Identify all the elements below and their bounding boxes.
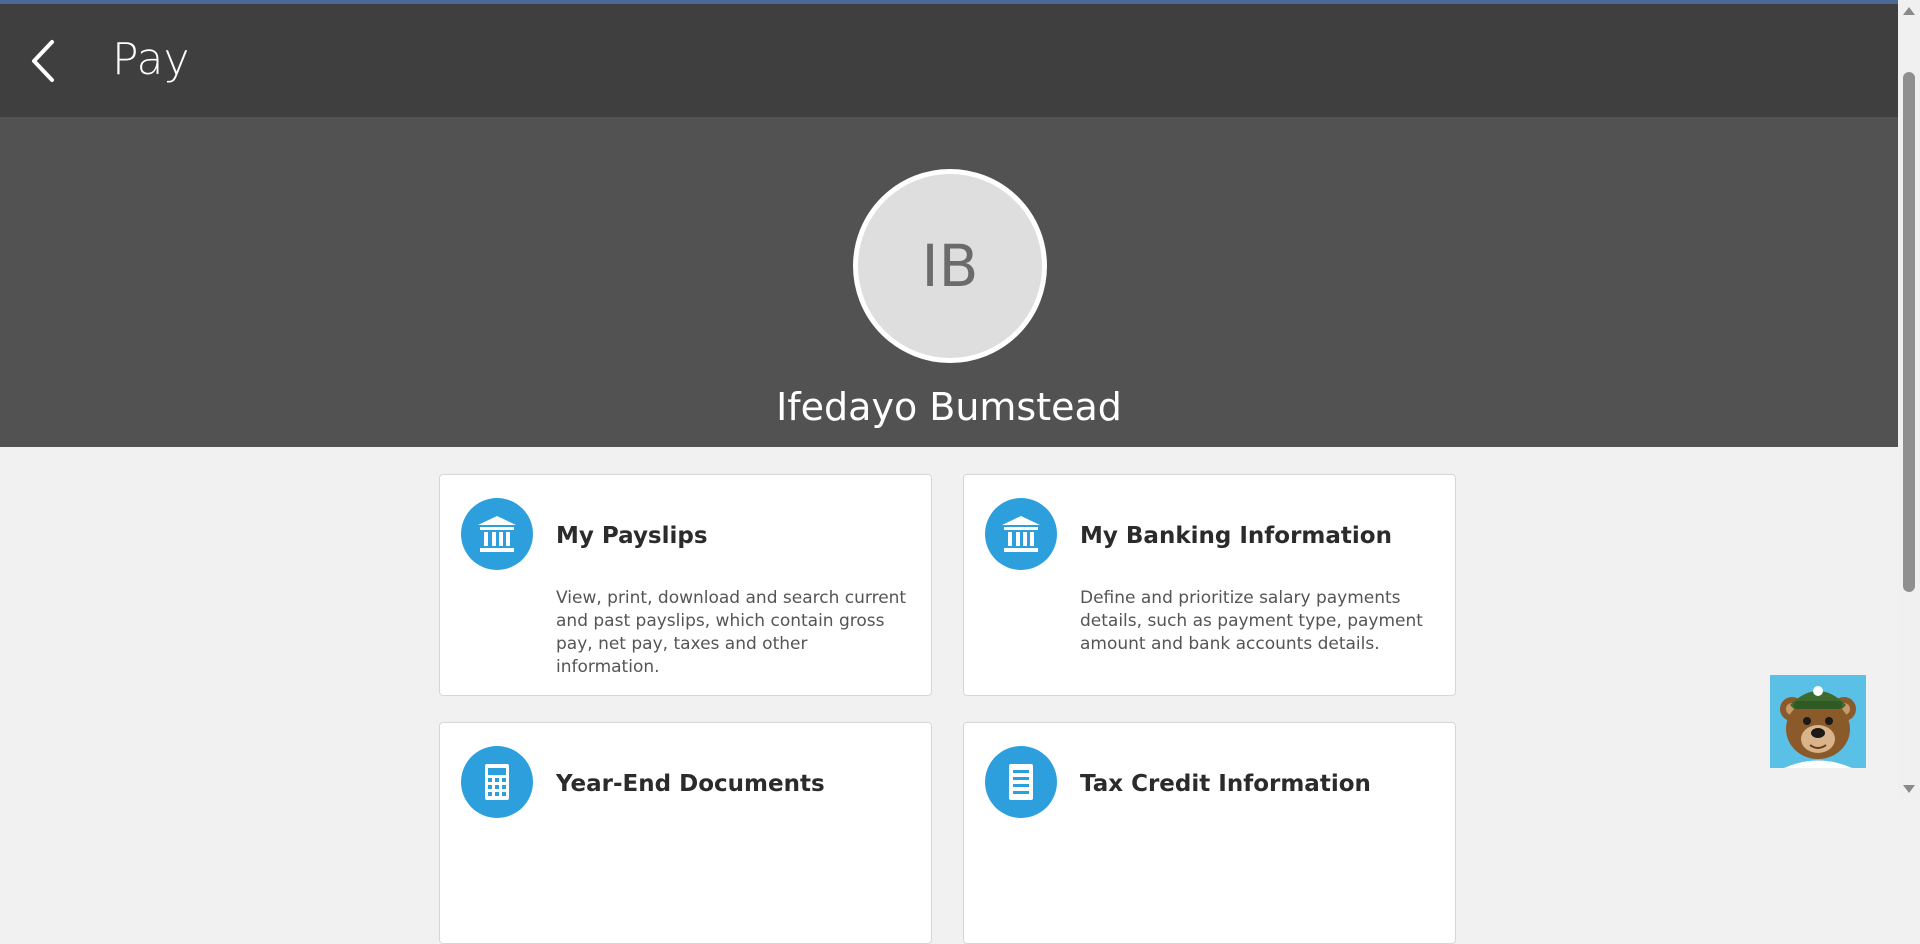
chat-assistant-bear-icon[interactable] xyxy=(1770,675,1866,768)
card-description: View, print, download and search current… xyxy=(556,588,907,677)
scroll-thumb[interactable] xyxy=(1903,72,1915,592)
page-header: Pay xyxy=(0,4,1898,117)
bank-icon xyxy=(985,498,1057,570)
card-title: My Payslips xyxy=(556,523,708,549)
calculator-icon xyxy=(461,746,533,818)
card-my-payslips[interactable]: My Payslips View, print, download and se… xyxy=(439,474,932,696)
card-year-end-documents[interactable]: Year-End Documents xyxy=(439,722,932,944)
card-tax-credit-information[interactable]: Tax Credit Information xyxy=(963,722,1456,944)
card-title: Year-End Documents xyxy=(556,771,825,797)
vertical-scrollbar[interactable] xyxy=(1898,0,1920,800)
user-name: Ifedayo Bumstead xyxy=(776,385,1122,429)
chevron-left-icon xyxy=(32,40,54,82)
avatar: IB xyxy=(853,169,1047,363)
scroll-up-arrow-icon[interactable] xyxy=(1903,7,1915,15)
card-title: Tax Credit Information xyxy=(1080,771,1371,797)
card-my-banking-information[interactable]: My Banking Information Define and priori… xyxy=(963,474,1456,696)
card-description: Define and prioritize salary payments de… xyxy=(1080,588,1423,654)
back-button[interactable] xyxy=(22,36,62,86)
scroll-down-arrow-icon[interactable] xyxy=(1903,785,1915,793)
card-title: My Banking Information xyxy=(1080,523,1392,549)
bank-icon xyxy=(461,498,533,570)
page-title: Pay xyxy=(112,34,190,85)
document-icon xyxy=(985,746,1057,818)
